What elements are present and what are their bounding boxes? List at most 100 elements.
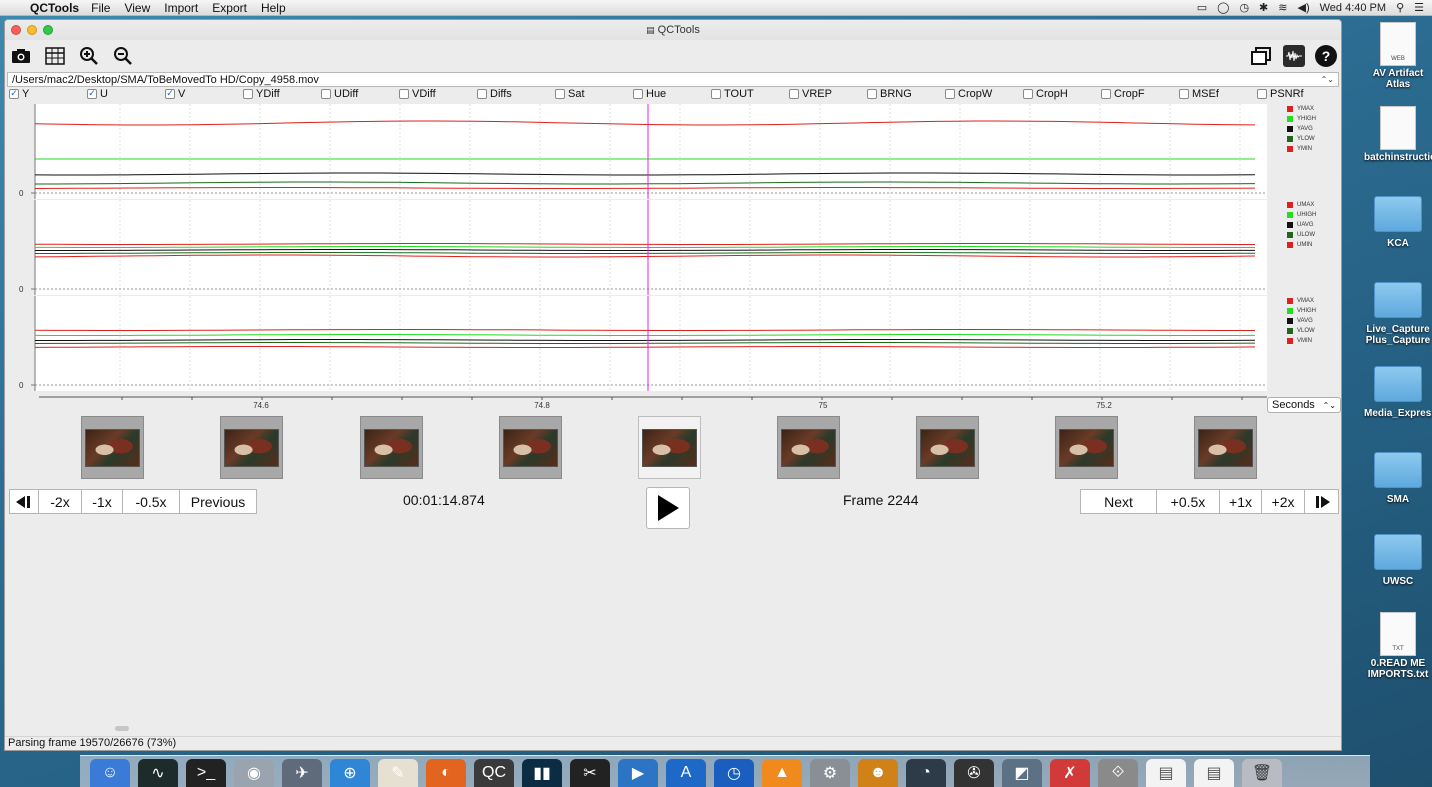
- checkbox[interactable]: [555, 88, 565, 99]
- title-bar[interactable]: ▤ QCTools: [5, 20, 1341, 40]
- disk-utility-icon[interactable]: ◔: [906, 759, 946, 787]
- filter-diffs[interactable]: Diffs: [477, 88, 555, 100]
- menu-help[interactable]: Help: [261, 1, 286, 15]
- quicktime-icon[interactable]: ▶: [618, 759, 658, 787]
- notification-icon[interactable]: ◯: [1217, 1, 1229, 14]
- plot-v[interactable]: 0: [5, 296, 1267, 391]
- go-to-end-button[interactable]: [1304, 489, 1339, 514]
- checkbox[interactable]: ✓: [165, 88, 175, 99]
- qctools-icon[interactable]: QC: [474, 759, 514, 787]
- desktop-icon-uwsc[interactable]: UWSC: [1364, 528, 1432, 587]
- speed-plus-2x-button[interactable]: +2x: [1261, 489, 1305, 514]
- thumbnail[interactable]: [1194, 416, 1257, 479]
- automator-icon[interactable]: ☻: [858, 759, 898, 787]
- filter-cropw[interactable]: CropW: [945, 88, 1023, 100]
- filter-psnrf[interactable]: PSNRf: [1257, 88, 1335, 100]
- checkbox[interactable]: [1023, 88, 1033, 99]
- menu-app-name[interactable]: QCTools: [30, 1, 79, 15]
- thumbnail[interactable]: [220, 416, 283, 479]
- checkbox[interactable]: [399, 88, 409, 99]
- firefox-icon[interactable]: ◐: [426, 759, 466, 787]
- thumbnail-current[interactable]: [638, 416, 701, 479]
- downloads-stack-icon[interactable]: ▤: [1194, 759, 1234, 787]
- menu-file[interactable]: File: [91, 1, 110, 15]
- filter-cropf[interactable]: CropF: [1101, 88, 1179, 100]
- filter-vdiff[interactable]: VDiff: [399, 88, 477, 100]
- terminal-icon[interactable]: >_: [186, 759, 226, 787]
- menu-view[interactable]: View: [124, 1, 150, 15]
- history-icon[interactable]: ◷: [714, 759, 754, 787]
- checkbox[interactable]: ✓: [9, 88, 19, 99]
- horizontal-scrollbar[interactable]: [115, 726, 129, 731]
- waveform-icon[interactable]: [1283, 45, 1305, 67]
- script-editor-icon[interactable]: ⟐: [1098, 759, 1138, 787]
- filter-vrep[interactable]: VREP: [789, 88, 867, 100]
- plot-u[interactable]: 0: [5, 200, 1267, 295]
- desktop-icon-readme[interactable]: TXT 0.READ ME IMPORTS.txt: [1364, 612, 1432, 680]
- minimize-button[interactable]: [27, 25, 37, 35]
- wifi-icon[interactable]: ≋: [1278, 1, 1287, 14]
- checkbox[interactable]: [945, 88, 955, 99]
- thumbnail[interactable]: [1055, 416, 1118, 479]
- zoom-button[interactable]: [43, 25, 53, 35]
- document-stack-icon[interactable]: ▤: [1146, 759, 1186, 787]
- activity-monitor-icon[interactable]: ∿: [138, 759, 178, 787]
- checkbox[interactable]: [867, 88, 877, 99]
- go-to-start-button[interactable]: [9, 489, 39, 514]
- safari-icon[interactable]: ⊕: [330, 759, 370, 787]
- desktop-icon-batchinstructions[interactable]: batchinstructions: [1364, 106, 1432, 163]
- textedit-icon[interactable]: ✎: [378, 759, 418, 787]
- filter-udiff[interactable]: UDiff: [321, 88, 399, 100]
- checkbox[interactable]: [633, 88, 643, 99]
- launchpad-icon[interactable]: ✈: [282, 759, 322, 787]
- help-icon[interactable]: ?: [1315, 45, 1337, 67]
- pdf-app-icon[interactable]: ✗: [1050, 759, 1090, 787]
- camera-icon[interactable]: [9, 44, 33, 68]
- app-store-icon[interactable]: A: [666, 759, 706, 787]
- desktop-icon-media-express[interactable]: Media_Express_Captures: [1364, 360, 1432, 419]
- speed-minus-2x-button[interactable]: -2x: [38, 489, 82, 514]
- desktop-icon-av-artifact-atlas[interactable]: WEB AV Artifact Atlas: [1364, 22, 1432, 90]
- play-button[interactable]: [646, 487, 690, 529]
- menu-import[interactable]: Import: [164, 1, 198, 15]
- filter-tout[interactable]: TOUT: [711, 88, 789, 100]
- media-express-icon[interactable]: ▮▮: [522, 759, 562, 787]
- filter-msef[interactable]: MSEf: [1179, 88, 1257, 100]
- speed-minus-1x-button[interactable]: -1x: [81, 489, 123, 514]
- windows-icon[interactable]: [1249, 44, 1273, 68]
- zoom-in-icon[interactable]: [77, 44, 101, 68]
- thumbnail[interactable]: [499, 416, 562, 479]
- final-cut-icon[interactable]: ✂: [570, 759, 610, 787]
- checkbox[interactable]: [243, 88, 253, 99]
- filter-croph[interactable]: CropH: [1023, 88, 1101, 100]
- checkbox[interactable]: [477, 88, 487, 99]
- filter-sat[interactable]: Sat: [555, 88, 633, 100]
- previous-button[interactable]: Previous: [179, 489, 257, 514]
- system-preferences-icon[interactable]: ⚙: [810, 759, 850, 787]
- image-app-icon[interactable]: ◩: [1002, 759, 1042, 787]
- speed-plus-05x-button[interactable]: +0.5x: [1156, 489, 1220, 514]
- image-capture-icon[interactable]: ◉: [234, 759, 274, 787]
- thumbnail[interactable]: [777, 416, 840, 479]
- time-machine-icon[interactable]: ◷: [1239, 1, 1249, 14]
- checkbox[interactable]: [711, 88, 721, 99]
- checkbox[interactable]: ✓: [87, 88, 97, 99]
- desktop-icon-sma[interactable]: SMA: [1364, 446, 1432, 505]
- checkbox[interactable]: [789, 88, 799, 99]
- close-button[interactable]: [11, 25, 21, 35]
- thumbnail[interactable]: [916, 416, 979, 479]
- file-select[interactable]: /Users/mac2/Desktop/SMA/ToBeMovedTo HD/C…: [7, 72, 1339, 87]
- filter-ydiff[interactable]: YDiff: [243, 88, 321, 100]
- desktop-icon-live-capture[interactable]: Live_Capture Plus_Capture: [1364, 276, 1432, 346]
- filter-hue[interactable]: Hue: [633, 88, 711, 100]
- filter-u[interactable]: ✓ U: [87, 88, 165, 100]
- filter-y[interactable]: ✓ Y: [9, 88, 87, 100]
- speed-plus-1x-button[interactable]: +1x: [1219, 489, 1262, 514]
- dvd-player-icon[interactable]: ✇: [954, 759, 994, 787]
- finder-icon[interactable]: ☺: [90, 759, 130, 787]
- trash-icon[interactable]: 🗑: [1242, 759, 1282, 787]
- filter-v[interactable]: ✓ V: [165, 88, 243, 100]
- thumbnail[interactable]: [81, 416, 144, 479]
- checkbox[interactable]: [1101, 88, 1111, 99]
- checkbox[interactable]: [321, 88, 331, 99]
